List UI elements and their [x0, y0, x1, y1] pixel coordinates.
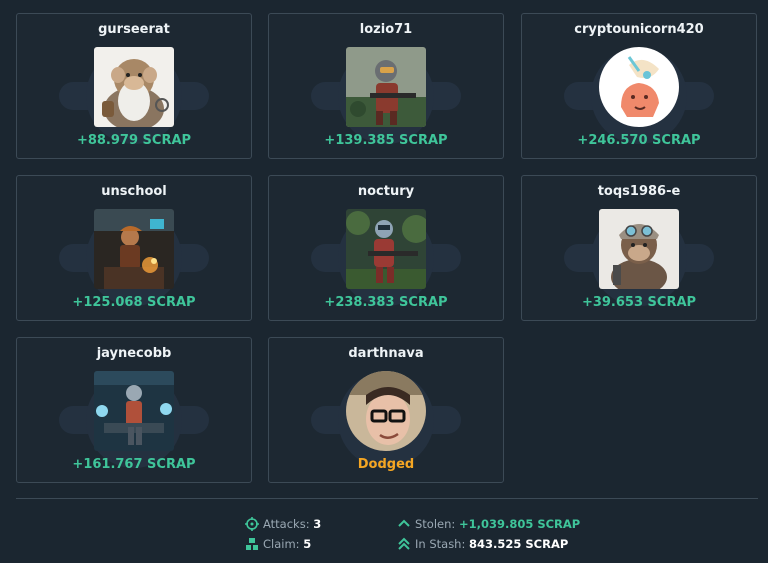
chevron-up-icon: [398, 519, 410, 527]
monkey-wizard-icon: [94, 47, 174, 127]
claim-stat: Claim: 5: [245, 536, 321, 556]
soldier-robot-icon: [346, 47, 426, 127]
player-card[interactable]: gurseerat +88.979 SCRAP: [16, 13, 252, 159]
unicorn-icon: [599, 47, 679, 127]
stolen-stat: Stolen: +1,039.805 SCRAP: [397, 516, 580, 536]
monkey-aviator-icon: [599, 209, 679, 289]
attacks-stat: Attacks: 3: [245, 516, 321, 536]
scrap-result: +238.383 SCRAP: [324, 295, 448, 310]
player-name: unschool: [101, 184, 167, 199]
stash-value: 843.525 SCRAP: [469, 537, 569, 551]
crosshair-icon: [245, 517, 259, 531]
player-card[interactable]: lozio71 +139.385 SCRAP: [268, 13, 504, 159]
player-card[interactable]: unschool +125.068 SCRAP: [16, 175, 252, 321]
summary-left: Attacks: 3 Claim: 5: [245, 516, 321, 556]
player-name: darthnava: [348, 346, 424, 361]
scrap-result: +88.979 SCRAP: [76, 133, 192, 148]
player-card[interactable]: cryptounicorn420 +246.570 SCRAP: [521, 13, 757, 159]
player-name: lozio71: [359, 22, 413, 37]
person-glasses-icon: [346, 371, 426, 451]
boxes-icon: [246, 538, 258, 550]
stash-stat: In Stash: 843.525 SCRAP: [397, 536, 580, 556]
scrap-result: +39.653 SCRAP: [581, 295, 697, 310]
player-name: noctury: [357, 184, 415, 199]
scrap-result: +161.767 SCRAP: [72, 457, 196, 472]
player-card[interactable]: toqs1986-e +39.653 SCRAP: [521, 175, 757, 321]
jungle-trooper-icon: [346, 209, 426, 289]
dodged-result: Dodged: [357, 457, 415, 472]
summary-right: Stolen: +1,039.805 SCRAP In Stash: 843.5…: [397, 516, 580, 556]
claim-value: 5: [303, 537, 312, 551]
scrap-result: +125.068 SCRAP: [72, 295, 196, 310]
player-name: gurseerat: [98, 22, 170, 37]
player-card[interactable]: noctury +238.383 SCRAP: [268, 175, 504, 321]
divider: [16, 498, 758, 499]
player-card[interactable]: jaynecobb +161.767 SCRAP: [16, 337, 252, 483]
player-name: toqs1986-e: [597, 184, 681, 199]
scrap-result: +139.385 SCRAP: [324, 133, 448, 148]
player-card[interactable]: darthnava Dodged: [268, 337, 504, 483]
double-chevron-up-icon: [398, 537, 410, 550]
player-name: jaynecobb: [96, 346, 172, 361]
player-name: cryptounicorn420: [574, 22, 704, 37]
stolen-value: +1,039.805 SCRAP: [458, 517, 581, 531]
scrap-result: +246.570 SCRAP: [577, 133, 701, 148]
hangar-mechanic-icon: [94, 371, 174, 451]
attacks-value: 3: [313, 517, 322, 531]
workshop-welder-icon: [94, 209, 174, 289]
